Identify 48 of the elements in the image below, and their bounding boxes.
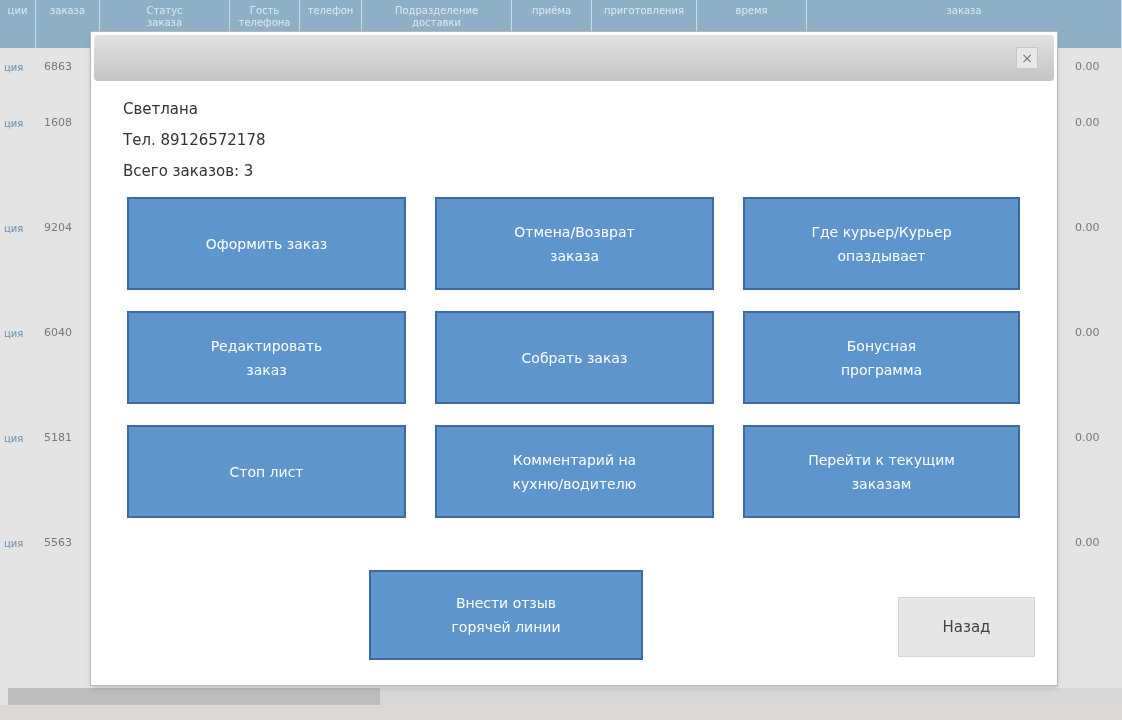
column-header: приготовления xyxy=(603,5,685,17)
table-cell-text: 0.00 xyxy=(1075,220,1100,236)
customer-phone: Тел. 89126572178 xyxy=(123,130,267,151)
action-button[interactable]: Оформить заказ xyxy=(127,197,406,290)
column-header: Гость xyxy=(249,5,280,17)
table-cell-text: 1608 xyxy=(44,115,72,131)
table-cell-text: ция xyxy=(4,61,24,75)
action-button[interactable]: Бонусная программа xyxy=(743,311,1020,404)
table-cell-text: 0.00 xyxy=(1075,430,1100,446)
action-button[interactable]: Перейти к текущим заказам xyxy=(743,425,1020,518)
table-cell-text: ция xyxy=(4,222,24,236)
table-cell-text: 0.00 xyxy=(1075,325,1100,341)
action-button[interactable]: Где курьер/Курьер опаздывает xyxy=(743,197,1020,290)
table-cell-text: ция xyxy=(4,117,24,131)
column-header: приёма xyxy=(531,5,572,17)
column-header: заказа xyxy=(146,17,183,29)
action-button[interactable]: Собрать заказ xyxy=(435,311,714,404)
action-button[interactable]: Отмена/Возврат заказа xyxy=(435,197,714,290)
action-button[interactable]: Стоп лист xyxy=(127,425,406,518)
table-cell-text: 6863 xyxy=(44,59,72,75)
table-cell-text: ция xyxy=(4,327,24,341)
column-header: Статус xyxy=(146,5,183,17)
table-cell-text: 0.00 xyxy=(1075,59,1100,75)
column-header: Подразделение xyxy=(394,5,479,17)
table-cell-text: 0.00 xyxy=(1075,115,1100,131)
total-orders: Всего заказов: 3 xyxy=(123,161,255,182)
column-header: телефон xyxy=(307,5,354,17)
column-header: заказа xyxy=(49,5,86,17)
column-header: заказа xyxy=(946,5,982,17)
table-cell-text: 0.00 xyxy=(1075,535,1100,551)
column-header: ции xyxy=(7,5,28,17)
table-cell-text: 6040 xyxy=(44,325,72,341)
column-header: доставки xyxy=(412,17,461,29)
action-button[interactable]: Редактировать заказ xyxy=(127,311,406,404)
table-cell-text: ция xyxy=(4,537,24,551)
scrollbar-thumb[interactable] xyxy=(8,688,380,705)
feedback-button[interactable]: Внести отзыв горячей линии xyxy=(369,570,643,660)
table-cell-text: ция xyxy=(4,432,24,446)
back-button[interactable]: Назад xyxy=(898,597,1035,657)
table-cell-text: 5181 xyxy=(44,430,72,446)
customer-name: Светлана xyxy=(123,99,200,120)
table-cell-text: 5563 xyxy=(44,535,72,551)
close-button[interactable]: × xyxy=(1016,47,1038,69)
table-cell-text: 9204 xyxy=(44,220,72,236)
column-header: телефона xyxy=(238,17,291,29)
horizontal-scrollbar[interactable] xyxy=(8,688,1122,705)
column-header: время xyxy=(735,5,768,17)
action-button[interactable]: Комментарий на кухню/водителю xyxy=(435,425,714,518)
